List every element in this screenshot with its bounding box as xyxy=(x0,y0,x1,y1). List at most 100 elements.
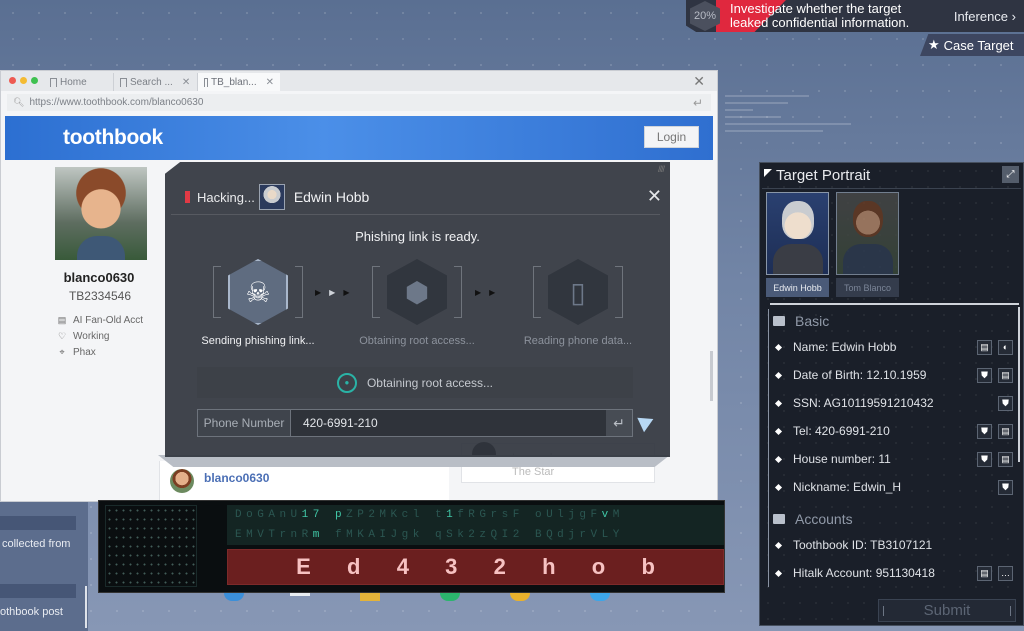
info-item[interactable]: SSN: AG10119591210432 ⛊ xyxy=(769,389,1013,417)
enter-icon[interactable]: ↵ xyxy=(606,410,632,436)
minimize-window-dot[interactable] xyxy=(20,77,27,84)
stream-char: 2 xyxy=(468,529,480,541)
tab-search[interactable]: Search ... ✕ xyxy=(114,73,198,91)
close-icon[interactable]: ✕ xyxy=(647,186,662,207)
close-window-dot[interactable] xyxy=(9,77,16,84)
phone-number-input[interactable] xyxy=(291,410,606,436)
profile-detail: ▤ AI Fan-Old Acct xyxy=(57,315,155,326)
info-text: Name: Edwin Hobb xyxy=(793,340,897,354)
dock-icon[interactable] xyxy=(224,593,244,601)
bullet-icon xyxy=(774,483,783,491)
stream-char xyxy=(324,509,335,521)
info-item[interactable]: House number: 11 ⛊ ▤ xyxy=(769,445,1013,473)
stream-char: j xyxy=(568,529,580,541)
shield-icon[interactable]: ⛊ xyxy=(998,479,1013,495)
stream-char: M xyxy=(246,529,258,541)
dock-icon[interactable] xyxy=(440,593,460,601)
stream-char: U xyxy=(546,509,558,521)
maximize-window-dot[interactable] xyxy=(31,77,38,84)
stream-char: L xyxy=(601,529,613,541)
document-icon[interactable]: ▤ xyxy=(977,339,992,355)
loading-icon: ● xyxy=(336,372,357,393)
stream-char: V xyxy=(257,529,269,541)
password-char: 3 xyxy=(445,554,458,579)
submit-button[interactable]: Submit xyxy=(878,599,1016,622)
login-button[interactable]: Login xyxy=(644,126,699,148)
profile-avatar xyxy=(55,167,147,260)
target-tab-edwin[interactable]: Edwin Hobb xyxy=(766,278,829,297)
stream-char: k xyxy=(412,529,424,541)
target-card-tom[interactable] xyxy=(836,192,899,275)
target-tab-tom[interactable]: Tom Blanco xyxy=(836,278,899,297)
profile-username: blanco0630 xyxy=(63,270,135,285)
close-browser-icon[interactable]: ✕ xyxy=(693,73,705,90)
shield-icon[interactable]: ⛊ xyxy=(977,423,992,439)
stage-root-access: ⬢ xyxy=(372,258,462,326)
info-item[interactable]: Tel: 420-6991-210 ⛊ ▤ xyxy=(769,417,1013,445)
stream-char: z xyxy=(479,529,491,541)
arrows: ▶▶ xyxy=(475,288,504,297)
stream-char: U xyxy=(290,509,302,521)
dialog-stripe: //// xyxy=(657,164,665,174)
close-tab-icon[interactable]: ✕ xyxy=(266,77,274,88)
shield-icon[interactable]: ⛊ xyxy=(977,367,992,383)
detail-text: Working xyxy=(73,331,110,342)
post-item: blanco0630 xyxy=(159,461,449,501)
dock-icon[interactable] xyxy=(510,593,530,601)
target-card-edwin[interactable] xyxy=(766,192,829,275)
shield-icon[interactable]: ⛊ xyxy=(998,395,1013,411)
chat-icon[interactable]: … xyxy=(998,565,1013,581)
note-header xyxy=(0,516,76,530)
notes-scrollbar[interactable] xyxy=(85,586,87,628)
info-actions: ⛊ xyxy=(998,395,1013,411)
info-item[interactable]: Date of Birth: 12.10.1959 ⛊ ▤ xyxy=(769,361,1013,389)
arrows: ▶▶▶ xyxy=(315,288,358,297)
browser-scrollbar[interactable] xyxy=(710,351,713,401)
info-item[interactable]: Hitalk Account: 951130418 ▤… xyxy=(769,559,1013,587)
stream-char xyxy=(424,529,435,541)
collapse-icon[interactable]: ⤢ xyxy=(1002,166,1019,183)
stream-char: 7 xyxy=(312,509,324,521)
close-tab-icon[interactable]: ✕ xyxy=(182,77,190,88)
stream-char: P xyxy=(357,509,369,521)
site-header: toothbook Login xyxy=(5,116,713,160)
profile-detail: ♡ Working xyxy=(57,331,155,342)
site-logo[interactable]: toothbook xyxy=(63,126,163,150)
dock-icon[interactable] xyxy=(360,593,380,601)
document-icon[interactable]: ▤ xyxy=(998,423,1013,439)
info-item[interactable]: Toothbook ID: TB3107121 xyxy=(769,531,1013,559)
stream-char: V xyxy=(590,529,602,541)
shield-icon[interactable]: ⛊ xyxy=(977,451,992,467)
info-actions: ⛊ ▤ xyxy=(977,367,1013,383)
globe-icon[interactable]: ◐ xyxy=(998,339,1013,355)
stream-char: f xyxy=(334,529,347,541)
stream-char: G xyxy=(257,509,269,521)
bracket-right xyxy=(615,266,623,318)
enter-icon[interactable]: ↵ xyxy=(693,96,703,110)
dock-icon[interactable] xyxy=(590,593,610,601)
info-scrollbar[interactable] xyxy=(1018,307,1020,462)
case-target-button[interactable]: ★ Case Target xyxy=(920,34,1024,56)
stream-char: c xyxy=(401,509,413,521)
post-author[interactable]: blanco0630 xyxy=(204,471,269,485)
objective-progress: 20% xyxy=(690,1,720,31)
char-row: EMVTrnRm fMKAIJgk qSk2zQI2 BQdjrVLY xyxy=(227,525,724,545)
info-item[interactable]: Nickname: Edwin_H ⛊ xyxy=(769,473,1013,501)
document-icon[interactable]: ▤ xyxy=(998,367,1013,383)
document-icon[interactable]: ▤ xyxy=(998,451,1013,467)
dock-icon[interactable] xyxy=(290,593,310,596)
inference-button[interactable]: Inference › xyxy=(954,9,1016,24)
info-item[interactable]: Name: Edwin Hobb ▤ ◐ xyxy=(769,333,1013,361)
objective-bar[interactable]: 20% Investigate whether the target leake… xyxy=(686,0,1024,32)
document-icon[interactable]: ▤ xyxy=(977,565,992,581)
password-char: 2 xyxy=(493,554,506,579)
stream-char: M xyxy=(379,509,391,521)
tab-home[interactable]: Home xyxy=(44,73,114,91)
divider xyxy=(762,188,1021,189)
stream-char: n xyxy=(279,509,291,521)
stream-char: I xyxy=(501,529,513,541)
id-card-icon xyxy=(773,316,785,326)
divider xyxy=(770,303,1019,305)
tab-profile[interactable]: TB_blan... ✕ xyxy=(198,73,280,91)
url-bar[interactable]: 🔍︎ https://www.toothbook.com/blanco0630 … xyxy=(7,94,711,111)
